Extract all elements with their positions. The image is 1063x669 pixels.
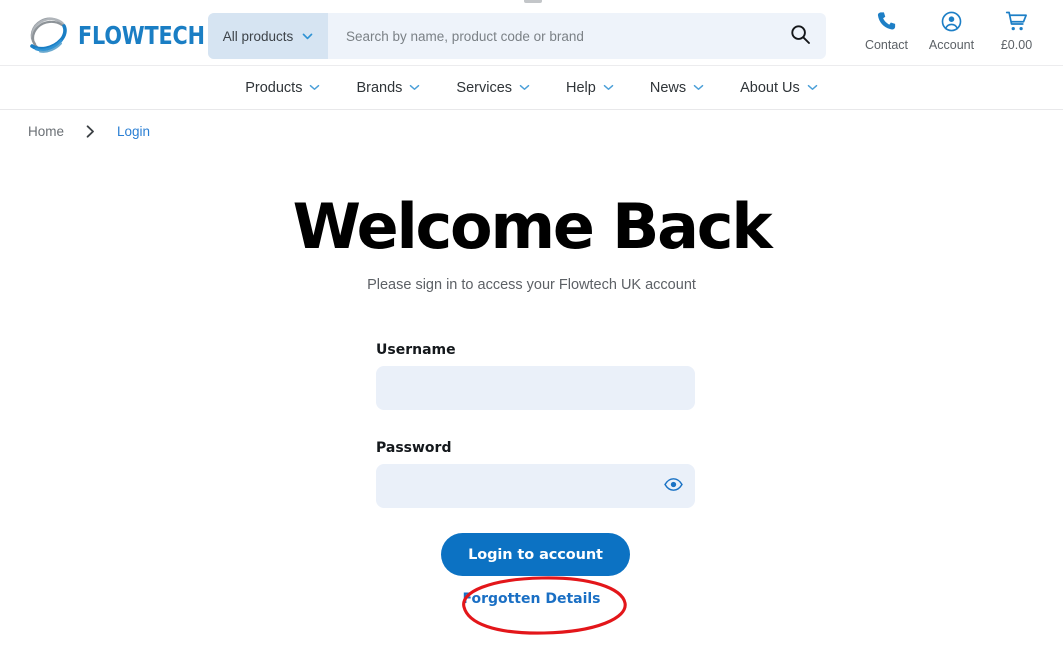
username-label: Username [376,342,456,358]
header-cart-total: £0.00 [1000,38,1033,52]
nav-item-products[interactable]: Products [227,80,338,96]
page-title: Welcome Back [292,190,773,263]
password-input[interactable] [376,464,695,508]
globe-swoosh-logo-icon [27,16,69,54]
site-logo[interactable]: FLOWTECH [27,15,231,55]
nav-item-label: News [649,79,687,96]
chevron-down-icon [302,33,313,40]
search-category-label: All products [222,28,294,44]
nav-item-news[interactable]: News [632,80,722,96]
nav-item-label: Help [566,79,596,96]
nav-item-label: Services [456,79,513,96]
chevron-down-icon [309,84,320,91]
login-page-main: Welcome Back Please sign in to access yo… [0,150,1063,635]
breadcrumb-home[interactable]: Home [28,124,64,139]
chevron-down-icon [409,84,420,91]
toggle-password-visibility-button[interactable] [664,478,683,495]
forgot-details-wrap: Forgotten Details [0,590,1063,608]
header-cart[interactable]: £0.00 [984,10,1049,52]
chevron-down-icon [807,84,818,91]
search-category-dropdown[interactable]: All products [208,13,328,59]
phone-icon [875,10,898,33]
search-bar: All products [208,13,826,59]
username-field-box [376,366,695,410]
site-header: FLOWTECH All products Search by name, pr… [0,4,1063,65]
eye-icon [664,478,683,495]
breadcrumb: Home Login [28,119,150,143]
forgotten-details-link[interactable]: Forgotten Details [462,591,600,607]
search-icon [790,24,811,48]
nav-item-brands[interactable]: Brands [338,80,438,96]
nav-item-label: Brands [356,79,403,96]
username-input[interactable] [376,366,695,410]
header-account[interactable]: Account [919,10,984,52]
header-account-label: Account [928,38,975,52]
nav-item-services[interactable]: Services [438,80,548,96]
chevron-down-icon [693,84,704,91]
breadcrumb-login[interactable]: Login [117,124,150,139]
nav-item-about-us[interactable]: About Us [722,80,836,96]
header-contact-label: Contact [864,38,909,52]
shopping-cart-icon [1005,10,1028,33]
nav-item-label: About Us [740,79,800,96]
account-circle-icon [940,10,963,33]
password-label: Password [376,440,452,456]
chevron-down-icon [519,84,530,91]
page-subtitle: Please sign in to access your Flowtech U… [367,277,696,294]
header-utilities: Contact Account £0.00 [854,10,1049,52]
nav-item-help[interactable]: Help [548,80,632,96]
main-navigation: Products Brands Services Help News About… [0,65,1063,110]
search-submit-button[interactable] [774,13,826,59]
login-submit-button[interactable]: Login to account [441,533,630,576]
chevron-right-icon [86,124,95,138]
cut-off-banner-fragment [524,0,542,3]
search-input[interactable] [344,27,764,45]
form-spacer [376,410,695,440]
password-field-box [376,464,695,508]
site-logo-text: FLOWTECH [78,20,205,50]
login-form: Username Password [376,342,695,508]
header-contact[interactable]: Contact [854,10,919,52]
nav-item-label: Products [245,79,303,96]
search-input-area [328,13,774,59]
chevron-down-icon [603,84,614,91]
